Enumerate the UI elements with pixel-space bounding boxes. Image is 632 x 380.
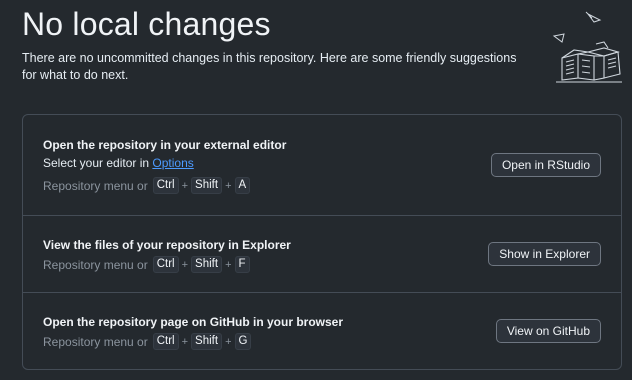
suggestion-description: Select your editor in Options — [43, 156, 194, 170]
key-ctrl: Ctrl — [152, 256, 179, 273]
suggestion-open-editor: Open the repository in your external edi… — [23, 115, 621, 215]
key-shift: Shift — [191, 177, 223, 194]
view-on-github-button[interactable]: View on GitHub — [495, 319, 601, 343]
empty-boxes-illustration-icon — [552, 11, 622, 83]
key-separator: + — [225, 335, 232, 348]
key-separator: + — [181, 258, 189, 271]
no-changes-view: No local changes There are no uncommitte… — [0, 0, 632, 380]
key-shift: Shift — [191, 333, 223, 350]
key-letter: A — [234, 177, 251, 194]
key-ctrl: Ctrl — [152, 177, 179, 194]
page-subtitle: There are no uncommitted changes in this… — [22, 51, 517, 82]
key-separator: + — [181, 179, 189, 192]
key-shift: Shift — [191, 256, 223, 273]
key-letter: G — [234, 333, 252, 350]
options-link[interactable]: Options — [152, 156, 193, 170]
key-separator: + — [225, 179, 232, 192]
shortcut-label: Repository menu or — [43, 257, 148, 272]
suggestion-show-explorer: View the files of your repository in Exp… — [23, 215, 621, 293]
suggestion-title: View the files of your repository in Exp… — [43, 238, 291, 252]
key-separator: + — [181, 335, 189, 348]
suggestions-card: Open the repository in your external edi… — [22, 114, 622, 370]
open-in-editor-button[interactable]: Open in RStudio — [490, 153, 601, 177]
keyboard-shortcut: Repository menu or Ctrl + Shift + G — [43, 333, 252, 350]
suggestion-title: Open the repository in your external edi… — [43, 138, 287, 152]
suggestion-title: Open the repository page on GitHub in yo… — [43, 315, 344, 329]
page-title: No local changes — [22, 6, 271, 42]
keyboard-shortcut: Repository menu or Ctrl + Shift + A — [43, 177, 251, 194]
keyboard-shortcut: Repository menu or Ctrl + Shift + F — [43, 256, 250, 273]
key-ctrl: Ctrl — [152, 333, 179, 350]
key-letter: F — [234, 256, 250, 273]
key-separator: + — [225, 258, 232, 271]
show-in-explorer-button[interactable]: Show in Explorer — [488, 242, 601, 266]
shortcut-label: Repository menu or — [43, 334, 148, 349]
suggestion-view-github: Open the repository page on GitHub in yo… — [23, 292, 621, 369]
description-text: Select your editor in — [43, 156, 153, 170]
shortcut-label: Repository menu or — [43, 178, 148, 193]
